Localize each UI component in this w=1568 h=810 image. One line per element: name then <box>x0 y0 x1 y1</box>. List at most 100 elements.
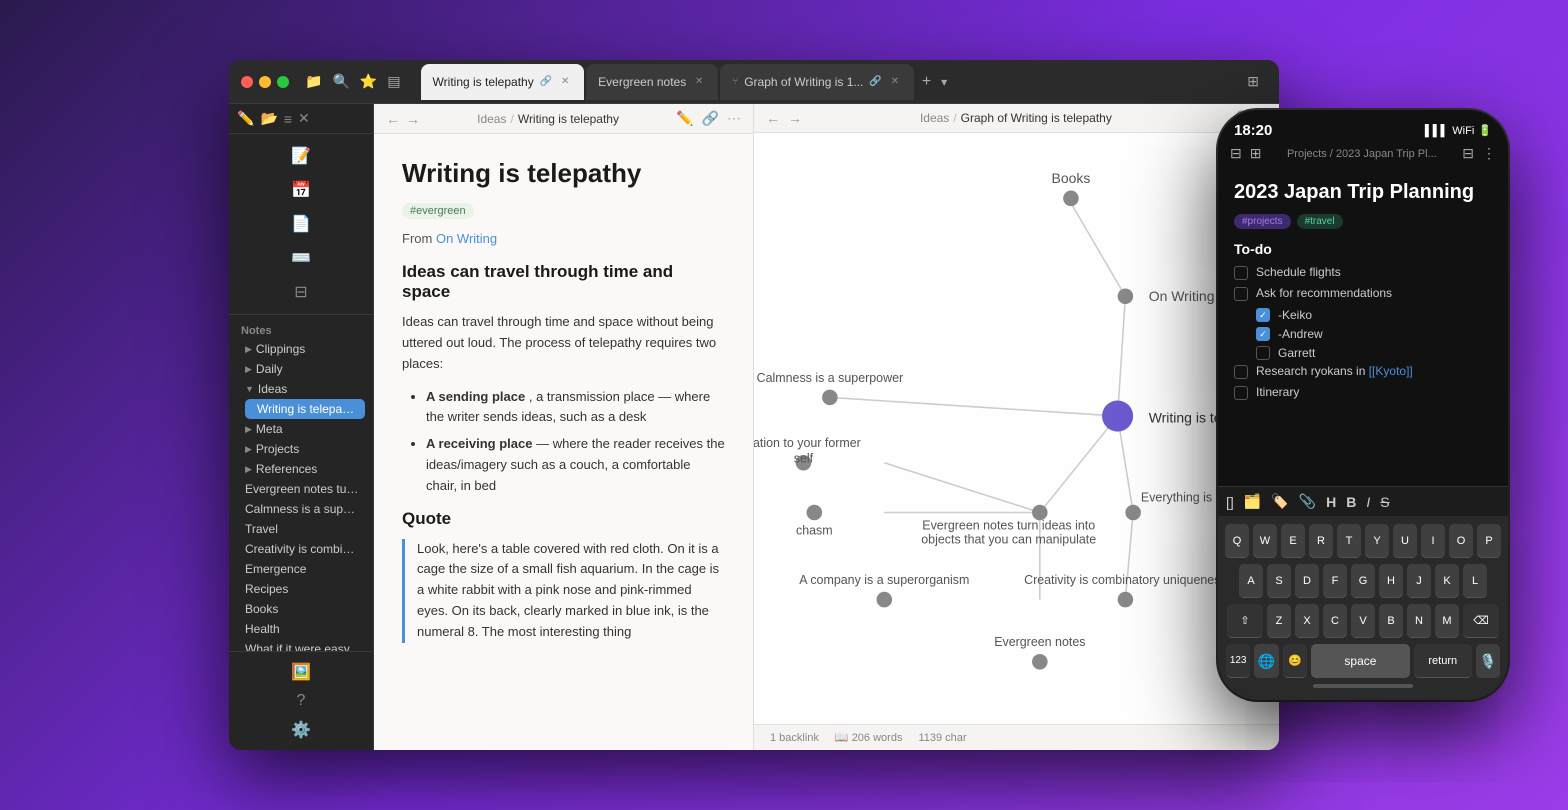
help-icon[interactable]: ? <box>235 688 367 714</box>
attach-btn[interactable]: 📎 <box>1299 493 1316 510</box>
key-h[interactable]: H <box>1379 564 1403 598</box>
sidebar-item-whatif[interactable]: What if it were easy <box>233 639 369 651</box>
folder-add-icon[interactable]: 📂 <box>260 110 277 127</box>
sidebar-item-creativity[interactable]: Creativity is combinatory u... <box>233 539 369 559</box>
sidebar-item-daily[interactable]: ▶ Daily <box>233 359 369 379</box>
tab-close-button[interactable]: ✕ <box>692 75 706 89</box>
image-icon[interactable]: 🖼️ <box>235 658 367 686</box>
close-sidebar-icon[interactable]: ✕ <box>298 110 310 127</box>
key-n[interactable]: N <box>1407 604 1431 638</box>
sub-item-andrew[interactable]: -Andrew <box>1256 326 1492 341</box>
sidebar-item-references[interactable]: ▶ References <box>233 459 369 479</box>
link-icon[interactable]: 🔗 <box>702 110 719 127</box>
todo-schedule-flights[interactable]: Schedule flights <box>1234 265 1492 280</box>
key-k[interactable]: K <box>1435 564 1459 598</box>
key-return[interactable]: return <box>1414 644 1472 678</box>
key-u[interactable]: U <box>1393 524 1417 558</box>
note-tag[interactable]: #evergreen <box>402 203 474 219</box>
from-link[interactable]: On Writing <box>436 231 497 246</box>
key-q[interactable]: Q <box>1225 524 1249 558</box>
edit-icon[interactable]: ✏️ <box>237 110 254 127</box>
phone-tag-travel[interactable]: #travel <box>1297 214 1343 229</box>
folder-btn[interactable]: 🗂️ <box>1244 493 1261 510</box>
graph-forward-button[interactable]: → <box>788 110 802 126</box>
checkbox-keiko[interactable] <box>1256 308 1270 322</box>
todo-ryokans[interactable]: Research ryokans in [[Kyoto]] <box>1234 364 1492 379</box>
key-d[interactable]: D <box>1295 564 1319 598</box>
sort-icon[interactable]: ≡ <box>284 111 292 127</box>
key-r[interactable]: R <box>1309 524 1333 558</box>
key-y[interactable]: Y <box>1365 524 1389 558</box>
key-f[interactable]: F <box>1323 564 1347 598</box>
graph-node-calmness[interactable] <box>822 390 838 406</box>
checkbox-schedule[interactable] <box>1234 266 1248 280</box>
todo-ask-recommendations[interactable]: Ask for recommendations <box>1234 286 1492 301</box>
minimize-button[interactable] <box>259 76 271 88</box>
sidebar-item-ideas[interactable]: ▼ Ideas <box>233 379 369 399</box>
graph-node-writing-telepathy[interactable] <box>1102 401 1133 432</box>
key-o[interactable]: O <box>1449 524 1473 558</box>
key-c[interactable]: C <box>1323 604 1347 638</box>
close-button[interactable] <box>241 76 253 88</box>
graph-back-button[interactable]: ← <box>766 110 780 126</box>
sub-item-keiko[interactable]: -Keiko <box>1256 307 1492 322</box>
settings-icon[interactable]: ⚙️ <box>235 716 367 744</box>
checkbox-itinerary[interactable] <box>1234 386 1248 400</box>
back-button[interactable]: ← <box>386 111 400 127</box>
key-globe[interactable]: 🌐 <box>1254 644 1278 678</box>
breadcrumb-parent[interactable]: Ideas <box>477 112 506 126</box>
phone-layout2-icon[interactable]: ⊟ <box>1462 145 1474 162</box>
key-123[interactable]: 123 <box>1226 644 1250 678</box>
key-i[interactable]: I <box>1421 524 1445 558</box>
calendar-nav-icon[interactable]: 📅 <box>229 174 373 206</box>
sidebar-item-writing-telepathy[interactable]: Writing is telepathy <box>245 399 365 419</box>
bracket-btn[interactable]: [] <box>1226 494 1234 510</box>
key-p[interactable]: P <box>1477 524 1501 558</box>
strikethrough-btn[interactable]: S <box>1380 494 1389 510</box>
graph-node-on-writing[interactable] <box>1118 289 1134 305</box>
folder-icon[interactable]: 📁 <box>305 73 322 90</box>
key-v[interactable]: V <box>1351 604 1375 638</box>
sub-item-garrett[interactable]: Garrett <box>1256 345 1492 360</box>
key-g[interactable]: G <box>1351 564 1375 598</box>
tab-evergreen-notes[interactable]: Evergreen notes ✕ <box>586 64 718 100</box>
tab-close-button[interactable]: ✕ <box>558 75 572 89</box>
more-options-icon[interactable]: ⋯ <box>727 110 741 127</box>
phone-tag-projects[interactable]: #projects <box>1234 214 1291 229</box>
todo-itinerary[interactable]: Itinerary <box>1234 385 1492 400</box>
key-z[interactable]: Z <box>1267 604 1291 638</box>
tabs-dropdown-button[interactable]: ▾ <box>937 75 951 89</box>
sidebar-item-meta[interactable]: ▶ Meta <box>233 419 369 439</box>
bold-btn[interactable]: B <box>1346 494 1356 510</box>
maximize-button[interactable] <box>277 76 289 88</box>
key-b[interactable]: B <box>1379 604 1403 638</box>
key-w[interactable]: W <box>1253 524 1277 558</box>
library-nav-icon[interactable]: ⊟ <box>229 276 373 308</box>
window-controls-icon[interactable]: ⊞ <box>1239 73 1267 90</box>
tab-close-button[interactable]: ✕ <box>888 75 902 89</box>
phone-sidebar-icon[interactable]: ⊟ <box>1230 145 1242 162</box>
sidebar-item-books[interactable]: Books <box>233 599 369 619</box>
key-shift[interactable]: ⇧ <box>1227 604 1263 638</box>
sidebar-item-evergreen[interactable]: Evergreen notes turn ideas... <box>233 479 369 499</box>
sidebar-item-emergence[interactable]: Emergence <box>233 559 369 579</box>
checkbox-ask[interactable] <box>1234 287 1248 301</box>
key-m[interactable]: M <box>1435 604 1459 638</box>
sidebar-toggle-icon[interactable]: ▤ <box>387 73 400 90</box>
key-j[interactable]: J <box>1407 564 1431 598</box>
notes-nav-icon[interactable]: 📝 <box>229 140 373 172</box>
kyoto-link[interactable]: [[Kyoto]] <box>1369 364 1413 378</box>
graph-content[interactable]: Books On Writing Calmness is a superpowe… <box>754 133 1279 724</box>
tag-btn[interactable]: 🏷️ <box>1271 493 1288 510</box>
heading-btn[interactable]: H <box>1326 494 1336 510</box>
sidebar-item-calmness[interactable]: Calmness is a superpower <box>233 499 369 519</box>
forward-button[interactable]: → <box>406 111 420 127</box>
graph-node-evergreen[interactable] <box>1032 654 1048 670</box>
italic-btn[interactable]: I <box>1366 494 1370 510</box>
key-x[interactable]: X <box>1295 604 1319 638</box>
terminal-nav-icon[interactable]: ⌨️ <box>229 242 373 274</box>
pages-nav-icon[interactable]: 📄 <box>229 208 373 240</box>
key-l[interactable]: L <box>1463 564 1487 598</box>
sidebar-item-recipes[interactable]: Recipes <box>233 579 369 599</box>
checkbox-andrew[interactable] <box>1256 327 1270 341</box>
